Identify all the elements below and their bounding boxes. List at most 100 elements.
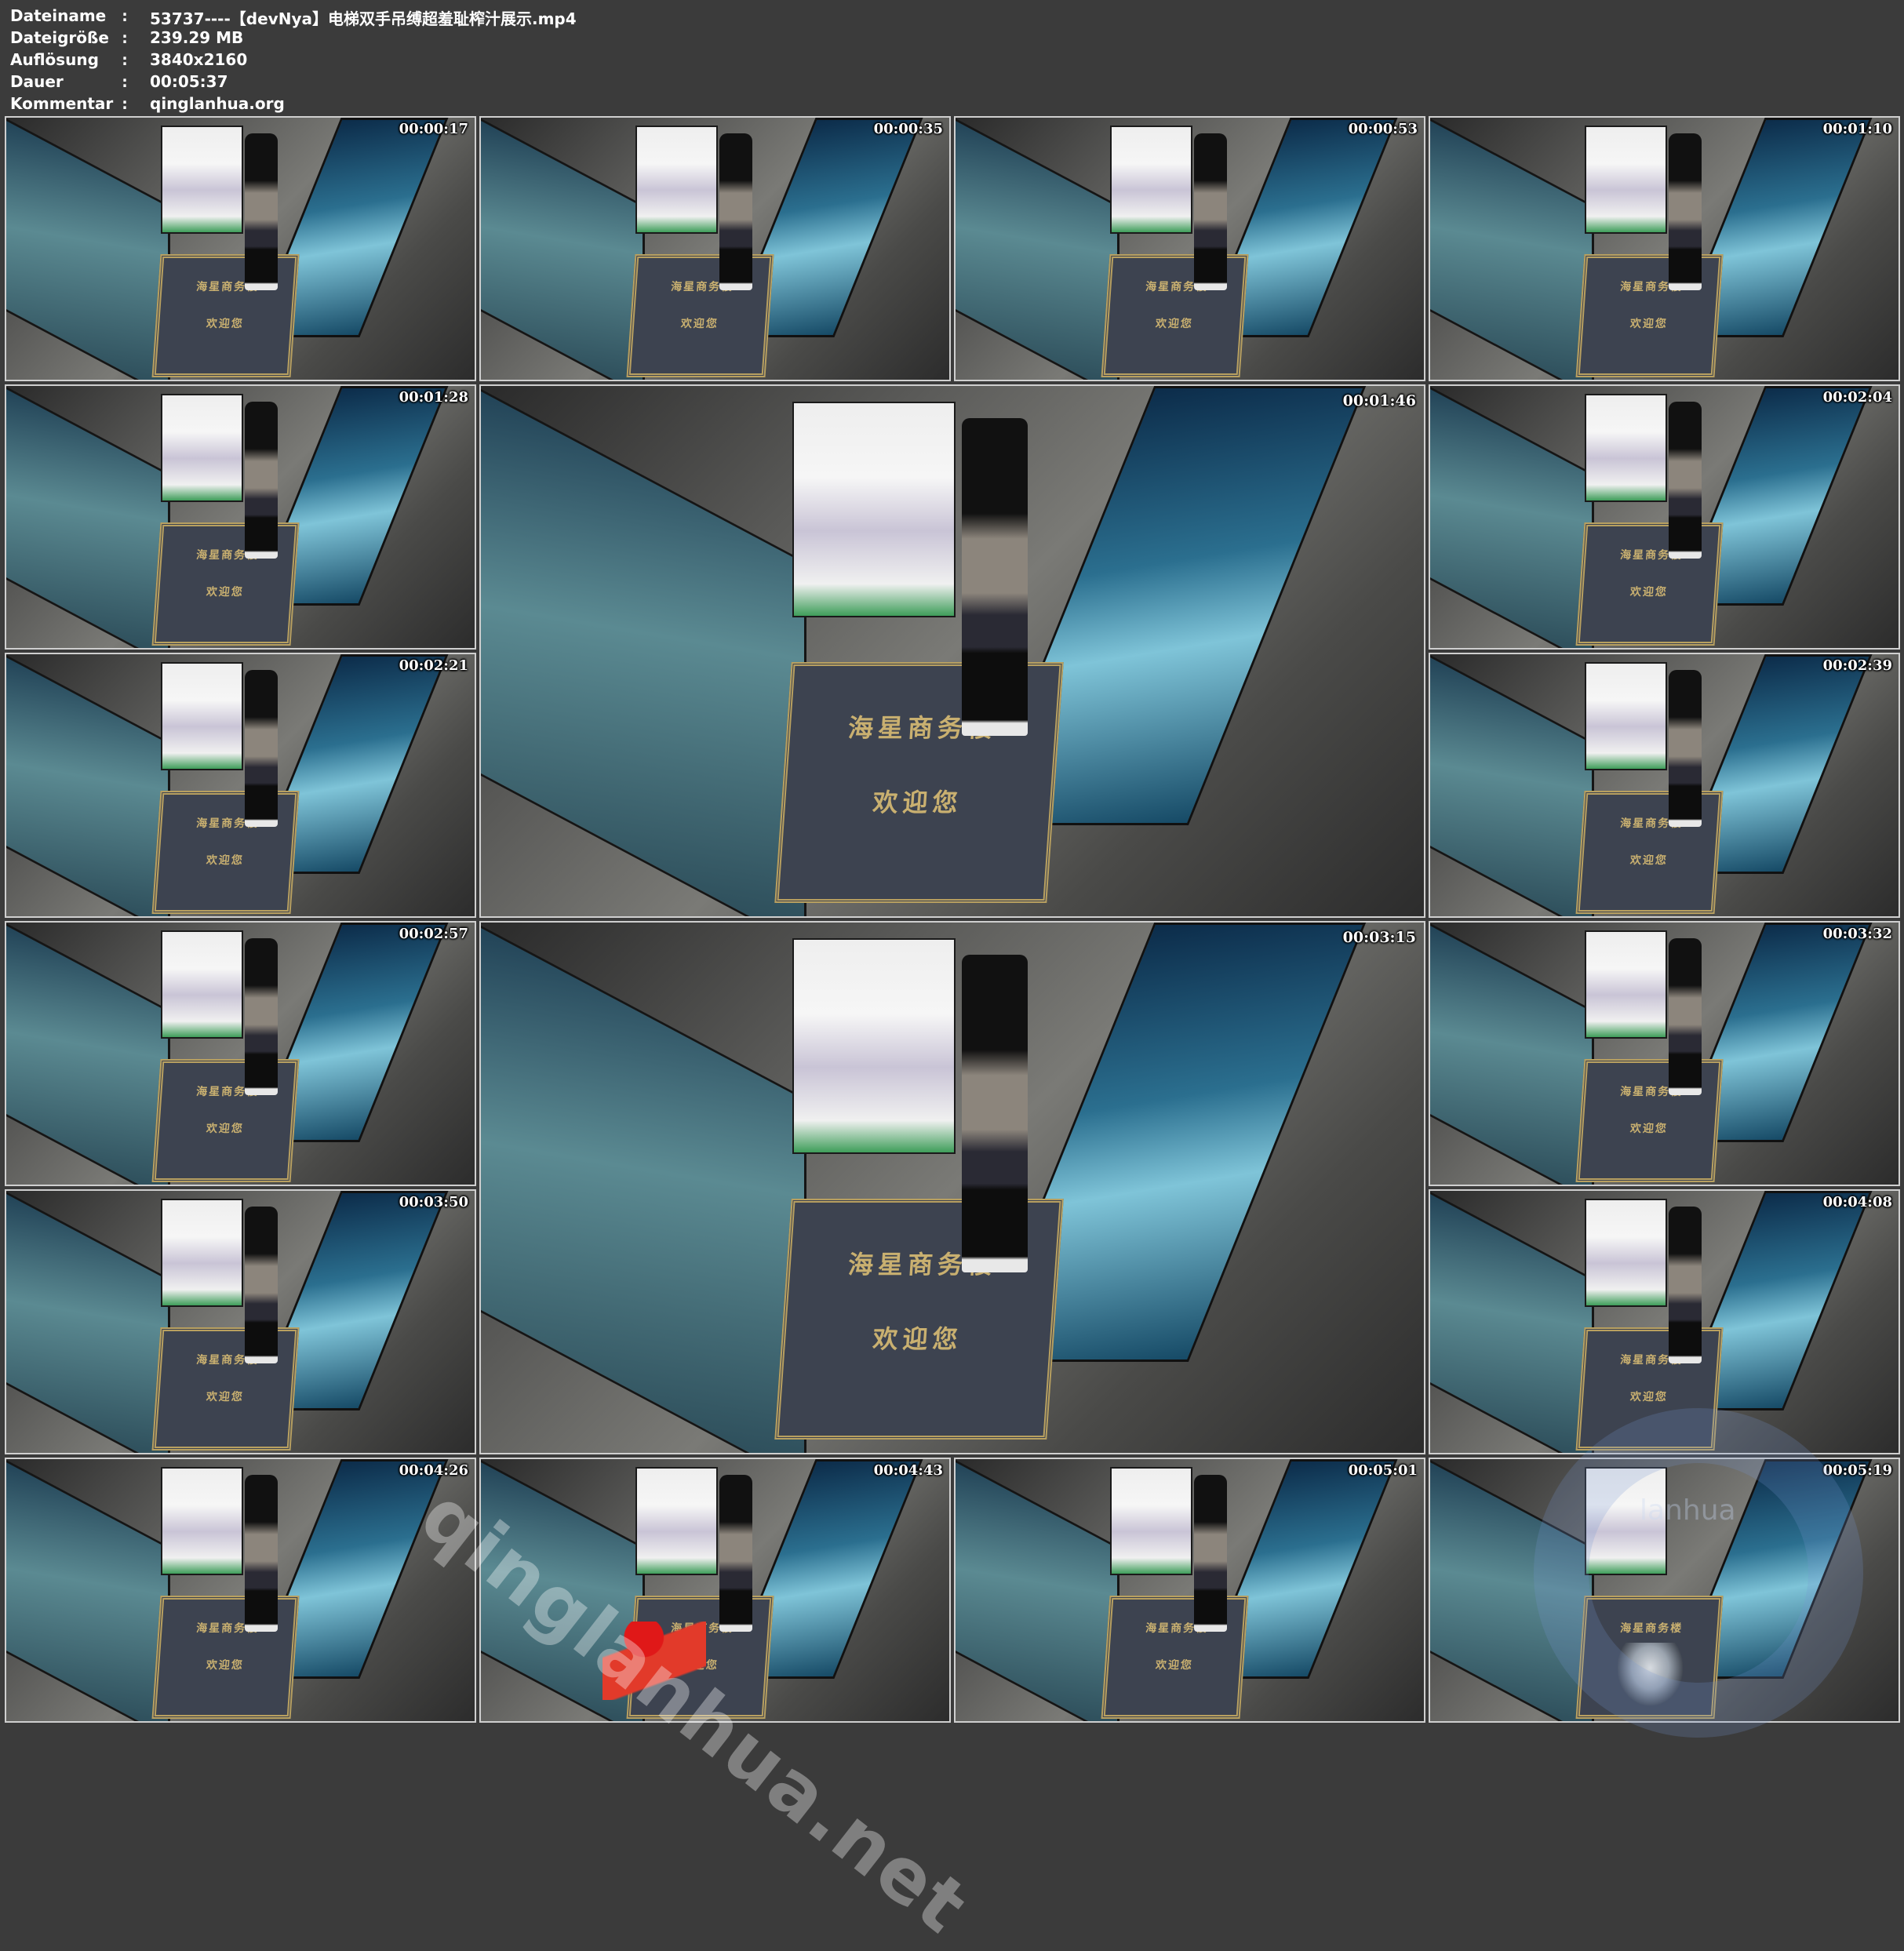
person-figure — [245, 938, 279, 1096]
thumbnail-timestamp: 00:01:10 — [1822, 121, 1892, 137]
info-label: Dauer — [10, 72, 64, 91]
elevator-wall-ad — [6, 1459, 170, 1721]
info-label: Auflösung — [10, 50, 99, 69]
elevator-wall-ad — [481, 118, 645, 380]
person-figure — [962, 417, 1028, 737]
elevator-poster — [635, 1467, 719, 1575]
elevator-wall-ad — [956, 1459, 1119, 1721]
person-figure — [1194, 133, 1228, 291]
info-label: Dateiname — [10, 6, 107, 25]
video-thumbnail[interactable]: 海星商务楼 欢迎您 00:01:46 — [479, 384, 1425, 918]
video-thumbnail[interactable]: 海星商务楼 欢迎您 00:02:39 — [1429, 653, 1900, 918]
thumbnail-timestamp: 00:03:32 — [1822, 926, 1892, 942]
elevator-wall-ad — [1430, 1191, 1594, 1453]
video-thumbnail[interactable]: 海星商务楼 欢迎您 00:03:32 — [1429, 921, 1900, 1186]
elevator-wall-ad — [6, 1191, 170, 1453]
elevator-poster — [1110, 1467, 1193, 1575]
video-thumbnail[interactable]: 海星商务楼 欢迎您 00:00:35 — [479, 116, 951, 381]
elevator-poster — [1585, 1199, 1668, 1307]
elevator-poster — [1585, 126, 1668, 234]
video-thumbnail[interactable]: 海星商务楼 欢迎您 00:01:28 — [5, 384, 476, 650]
floor-mat-line2: 欢迎您 — [206, 586, 245, 599]
person-figure — [1669, 133, 1702, 291]
thumbnail-timestamp: 00:00:35 — [873, 121, 943, 137]
floor-mat-line2: 欢迎您 — [206, 1391, 245, 1404]
elevator-wall-ad — [1430, 654, 1594, 916]
thumbnail-timestamp: 00:02:04 — [1822, 389, 1892, 406]
thumbnail-timestamp: 00:05:01 — [1348, 1462, 1418, 1479]
elevator-wall-ad — [956, 118, 1119, 380]
video-thumbnail[interactable]: 海星商务楼 欢迎您 00:05:01 — [954, 1458, 1425, 1723]
video-thumbnail[interactable]: 海星商务楼 欢迎您 00:00:17 — [5, 116, 476, 381]
thumbnail-timestamp: 00:00:17 — [399, 121, 468, 137]
floor-mat-line2: 欢迎您 — [206, 1123, 245, 1136]
person-figure — [245, 1475, 279, 1633]
info-separator: : — [120, 50, 130, 69]
info-label: Dateigröße — [10, 28, 109, 47]
elevator-poster — [1585, 662, 1668, 770]
floor-mat-line2: 欢迎您 — [206, 854, 245, 868]
elevator-wall-ad — [6, 118, 170, 380]
elevator-poster — [792, 938, 956, 1154]
video-thumbnail[interactable]: 海星商务楼 欢迎您 00:00:53 — [954, 116, 1425, 381]
thumbnail-timestamp: 00:05:19 — [1822, 1462, 1892, 1479]
thumbnail-timestamp: 00:01:46 — [1342, 392, 1416, 409]
floor-mat-line2: 欢迎您 — [871, 787, 963, 817]
floor-mat-line2: 欢迎您 — [206, 318, 245, 331]
person-figure — [1669, 1207, 1702, 1364]
video-thumbnail[interactable]: 海星商务楼 欢迎您 00:03:50 — [5, 1189, 476, 1454]
elevator-poster — [161, 394, 244, 502]
video-thumbnail[interactable]: 海星商务楼 欢迎您 00:02:57 — [5, 921, 476, 1186]
person-figure — [245, 1207, 279, 1364]
floor-mat-line2: 欢迎您 — [1629, 1123, 1669, 1136]
info-value: 239.29 MB — [150, 28, 244, 47]
elevator-wall-ad — [6, 386, 170, 648]
person-figure — [1669, 402, 1702, 559]
info-separator: : — [120, 72, 130, 91]
elevator-wall-ad — [481, 386, 806, 916]
elevator-poster — [635, 126, 719, 234]
elevator-wall-ad — [1430, 923, 1594, 1185]
video-thumbnail[interactable]: 海星商务楼 欢迎您 00:02:21 — [5, 653, 476, 918]
info-separator: : — [120, 28, 130, 47]
info-separator: : — [120, 94, 130, 113]
person-figure — [719, 1475, 753, 1633]
floor-mat-line2: 欢迎您 — [1629, 1391, 1669, 1404]
floor-mat-line2: 欢迎您 — [1155, 318, 1194, 331]
info-separator: : — [120, 6, 130, 25]
person-figure — [1194, 1475, 1228, 1633]
video-thumbnail[interactable]: 海星商务楼 欢迎您 00:03:15 — [479, 921, 1425, 1454]
floor-mat-line2: 欢迎您 — [1629, 854, 1669, 868]
video-thumbnail[interactable]: 海星商务楼 欢迎您 00:04:26 — [5, 1458, 476, 1723]
thumbnail-timestamp: 00:03:50 — [399, 1194, 468, 1210]
thumbnail-timestamp: 00:04:08 — [1822, 1194, 1892, 1210]
elevator-wall-ad — [481, 923, 806, 1453]
info-value: qinglanhua.org — [150, 94, 285, 113]
watermark-logo — [1534, 1408, 1863, 1738]
person-figure — [719, 133, 753, 291]
info-value: 00:05:37 — [150, 72, 228, 91]
thumbnail-timestamp: 00:03:15 — [1342, 929, 1416, 946]
elevator-wall-ad — [1430, 386, 1594, 648]
video-thumbnail[interactable]: 海星商务楼 欢迎您 00:02:04 — [1429, 384, 1900, 650]
elevator-poster — [1110, 126, 1193, 234]
elevator-poster — [161, 1199, 244, 1307]
info-value: 3840x2160 — [150, 50, 248, 69]
person-figure — [245, 670, 279, 828]
video-thumbnail[interactable]: 海星商务楼 欢迎您 00:01:10 — [1429, 116, 1900, 381]
watermark-logo-text: lanhua — [1640, 1494, 1736, 1527]
person-figure — [962, 954, 1028, 1273]
person-figure — [245, 402, 279, 559]
elevator-poster — [1585, 930, 1668, 1039]
info-header: Dateiname : 53737----【devNya】电梯双手吊缚超羞耻榨汁… — [0, 0, 1904, 116]
elevator-wall-ad — [6, 923, 170, 1185]
elevator-poster — [161, 930, 244, 1039]
thumbnail-timestamp: 00:02:57 — [399, 926, 468, 942]
elevator-wall-ad — [1430, 118, 1594, 380]
person-figure — [1669, 938, 1702, 1096]
info-label: Kommentar — [10, 94, 114, 113]
floor-mat-line2: 欢迎您 — [1629, 586, 1669, 599]
thumbnail-timestamp: 00:00:53 — [1348, 121, 1418, 137]
elevator-poster — [161, 1467, 244, 1575]
floor-mat-line2: 欢迎您 — [680, 318, 719, 331]
